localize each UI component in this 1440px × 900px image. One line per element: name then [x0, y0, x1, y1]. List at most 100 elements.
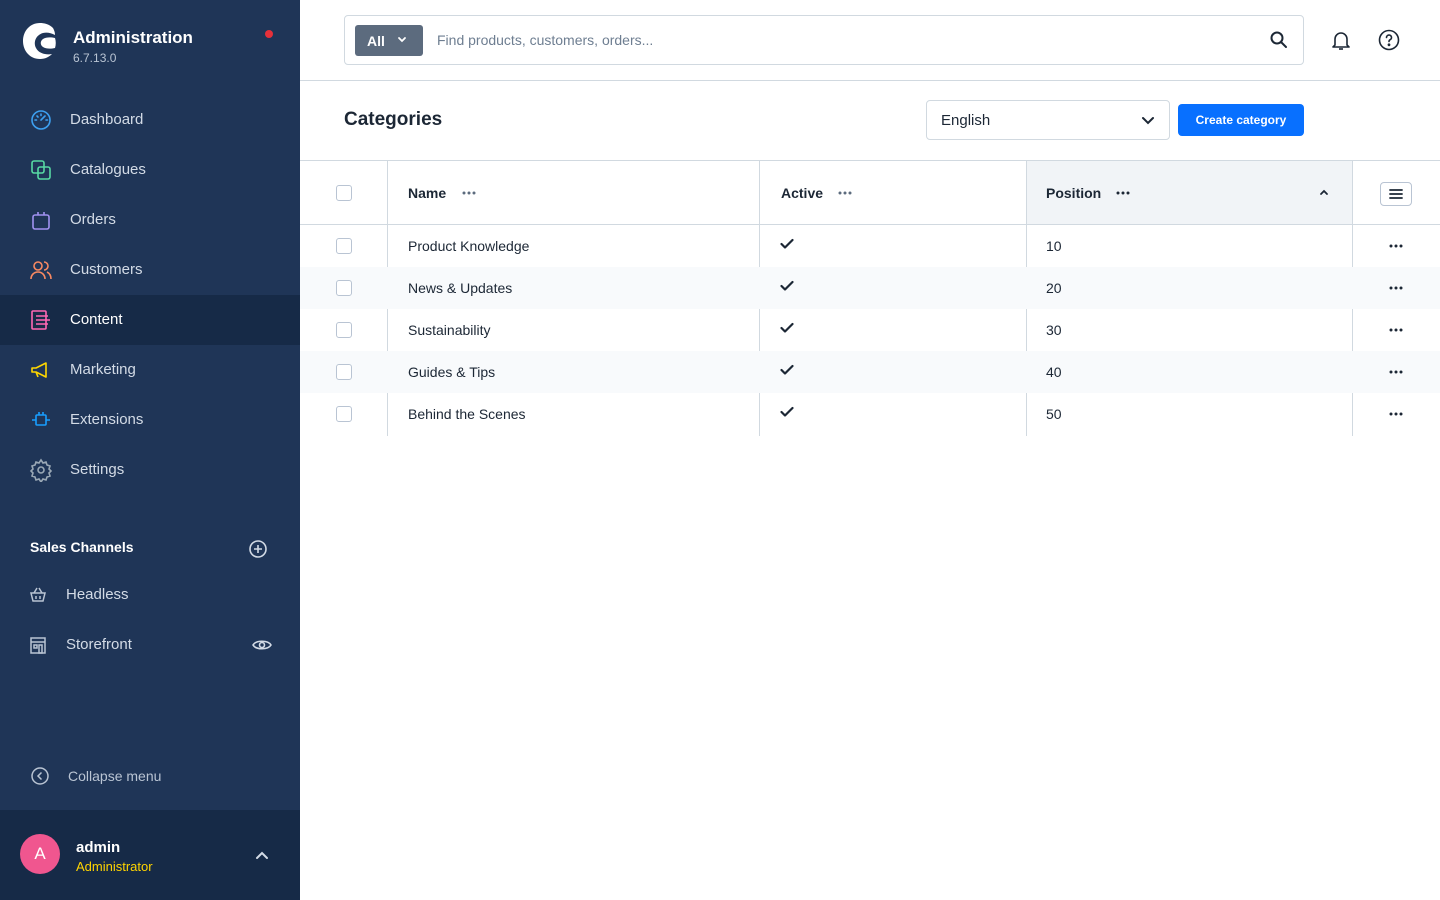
checkmark-icon — [780, 364, 794, 375]
category-name[interactable]: Product Knowledge — [408, 238, 529, 254]
avatar: A — [20, 834, 60, 874]
column-header-active[interactable]: Active — [781, 185, 823, 201]
search-type-label: All — [367, 33, 385, 49]
sidebar-item-orders[interactable]: Orders — [0, 195, 300, 245]
gauge-icon — [31, 110, 51, 130]
language-select[interactable]: English — [926, 100, 1170, 140]
row-actions-icon[interactable] — [1388, 366, 1404, 378]
row-actions-icon[interactable] — [1388, 408, 1404, 420]
storefront-icon — [30, 637, 46, 654]
sidebar-item-label: Extensions — [70, 411, 144, 428]
add-sales-channel-icon[interactable] — [248, 539, 268, 559]
search-type-dropdown[interactable]: All — [355, 25, 423, 56]
global-search: All — [344, 15, 1304, 65]
eye-icon[interactable] — [252, 637, 272, 653]
sidebar-item-dashboard[interactable]: Dashboard — [0, 95, 300, 145]
table-row[interactable]: Product Knowledge 10 — [300, 225, 1440, 267]
checkmark-icon — [780, 406, 794, 417]
row-checkbox[interactable] — [336, 280, 352, 296]
sidebar-item-marketing[interactable]: Marketing — [0, 345, 300, 395]
sidebar-item-customers[interactable]: Customers — [0, 245, 300, 295]
category-name[interactable]: News & Updates — [408, 280, 512, 296]
category-name[interactable]: Behind the Scenes — [408, 406, 526, 422]
content-icon — [31, 310, 50, 330]
sidebar-item-label: Orders — [70, 211, 116, 228]
collapse-menu-label: Collapse menu — [68, 768, 162, 784]
create-category-button[interactable]: Create category — [1178, 104, 1304, 136]
checkmark-icon — [780, 322, 794, 333]
table-row[interactable]: News & Updates 20 — [300, 267, 1440, 309]
user-menu[interactable]: A admin Administrator — [0, 810, 300, 900]
bell-icon[interactable] — [1329, 28, 1353, 52]
checkmark-icon — [780, 238, 794, 249]
chevron-down-icon — [398, 37, 406, 43]
category-position: 30 — [1046, 322, 1062, 338]
chevron-up-icon[interactable] — [254, 848, 270, 862]
sales-channel-label: Headless — [66, 586, 129, 603]
megaphone-icon — [31, 362, 47, 378]
select-all-checkbox[interactable] — [336, 185, 352, 201]
sales-channel-headless[interactable]: Headless — [0, 575, 300, 615]
sidebar-item-content[interactable]: Content — [0, 295, 300, 345]
sort-ascending-icon[interactable] — [1319, 188, 1329, 196]
sidebar-item-extensions[interactable]: Extensions — [0, 395, 300, 445]
plug-icon — [32, 412, 50, 426]
list-icon — [1389, 189, 1403, 199]
language-select-value: English — [941, 112, 991, 129]
sidebar: Administration 6.7.13.0 Dashboard Catalo… — [0, 0, 300, 900]
sidebar-item-label: Content — [70, 311, 123, 328]
column-settings-button[interactable] — [1380, 182, 1412, 206]
users-icon — [30, 261, 52, 280]
chevron-left-circle-icon — [31, 767, 49, 785]
table-row[interactable]: Guides & Tips 40 — [300, 351, 1440, 393]
row-actions-icon[interactable] — [1388, 282, 1404, 294]
table-row[interactable]: Sustainability 30 — [300, 309, 1440, 351]
column-options-icon[interactable] — [837, 187, 853, 199]
sales-channel-label: Storefront — [66, 636, 132, 653]
row-actions-icon[interactable] — [1388, 324, 1404, 336]
column-header-position[interactable]: Position — [1046, 185, 1101, 201]
sidebar-item-label: Settings — [70, 461, 125, 478]
shopping-bag-icon — [32, 212, 50, 230]
collapse-menu-button[interactable]: Collapse menu — [0, 756, 300, 796]
sales-channels-heading: Sales Channels — [30, 539, 134, 555]
sidebar-item-label: Marketing — [70, 361, 136, 378]
sidebar-item-label: Customers — [70, 261, 143, 278]
category-position: 50 — [1046, 406, 1062, 422]
row-actions-icon[interactable] — [1388, 240, 1404, 252]
chevron-down-icon — [1142, 117, 1154, 125]
gear-icon — [29, 458, 53, 482]
sidebar-item-label: Catalogues — [70, 161, 146, 178]
sidebar-item-settings[interactable]: Settings — [0, 445, 300, 495]
column-options-icon[interactable] — [1115, 187, 1131, 199]
user-role: Administrator — [76, 859, 153, 874]
row-checkbox[interactable] — [336, 238, 352, 254]
category-name[interactable]: Sustainability — [408, 322, 491, 338]
row-checkbox[interactable] — [336, 322, 352, 338]
table-row[interactable]: Behind the Scenes 50 — [300, 393, 1440, 435]
sidebar-item-catalogues[interactable]: Catalogues — [0, 145, 300, 195]
search-input[interactable] — [437, 28, 1237, 52]
topbar: All — [300, 0, 1440, 81]
category-position: 20 — [1046, 280, 1062, 296]
row-checkbox[interactable] — [336, 364, 352, 380]
category-position: 40 — [1046, 364, 1062, 380]
shopware-logo-icon — [23, 23, 56, 59]
category-name[interactable]: Guides & Tips — [408, 364, 495, 380]
notification-dot — [265, 30, 273, 38]
help-icon[interactable] — [1377, 28, 1401, 52]
table-header: Name Active Position — [300, 160, 1440, 225]
user-name: admin — [76, 839, 121, 856]
row-checkbox[interactable] — [336, 406, 352, 422]
sidebar-item-label: Dashboard — [70, 111, 144, 128]
column-header-name[interactable]: Name — [408, 185, 446, 201]
category-position: 10 — [1046, 238, 1062, 254]
column-options-icon[interactable] — [461, 187, 477, 199]
page-title: Categories — [344, 109, 443, 130]
brand: Administration 6.7.13.0 — [0, 0, 300, 80]
basket-icon — [30, 587, 46, 602]
sales-channel-storefront[interactable]: Storefront — [0, 625, 300, 665]
catalogue-icon — [31, 160, 51, 180]
brand-title: Administration — [73, 28, 193, 47]
search-icon[interactable] — [1269, 30, 1289, 50]
